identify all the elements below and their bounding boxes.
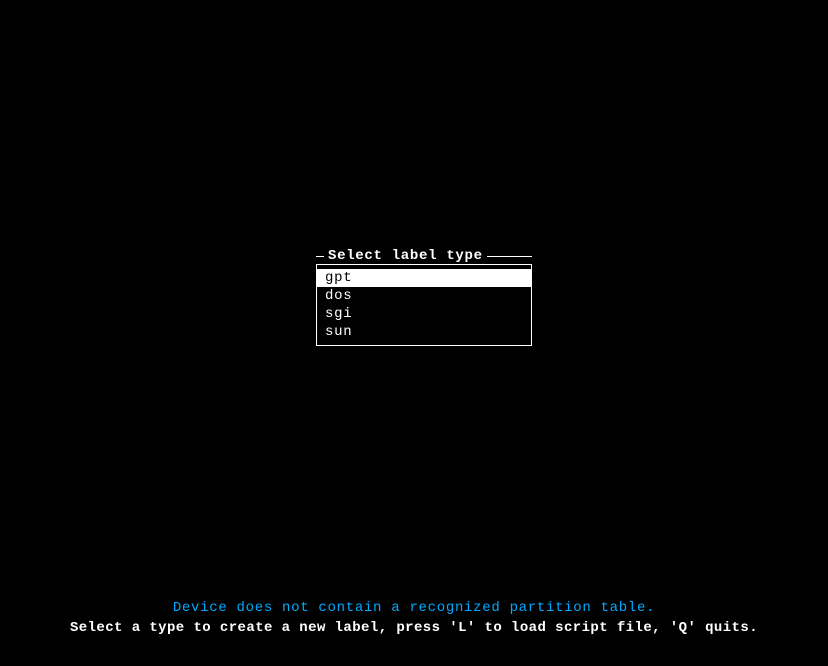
menu-item-sgi[interactable]: sgi [317, 305, 531, 323]
dialog-title-bar: Select label type [316, 248, 532, 264]
menu-item-dos[interactable]: dos [317, 287, 531, 305]
status-line1: Device does not contain a recognized par… [0, 600, 828, 616]
dialog-box: gpt dos sgi sun [316, 264, 532, 346]
status-line2: Select a type to create a new label, pre… [0, 620, 828, 636]
dialog-title: Select label type [328, 248, 483, 264]
dialog-container: Select label type gpt dos sgi sun [316, 248, 532, 346]
menu-item-sun[interactable]: sun [317, 323, 531, 341]
menu-item-gpt[interactable]: gpt [317, 269, 531, 287]
status-bar: Device does not contain a recognized par… [0, 600, 828, 636]
terminal-screen: Select label type gpt dos sgi sun Device… [0, 0, 828, 666]
